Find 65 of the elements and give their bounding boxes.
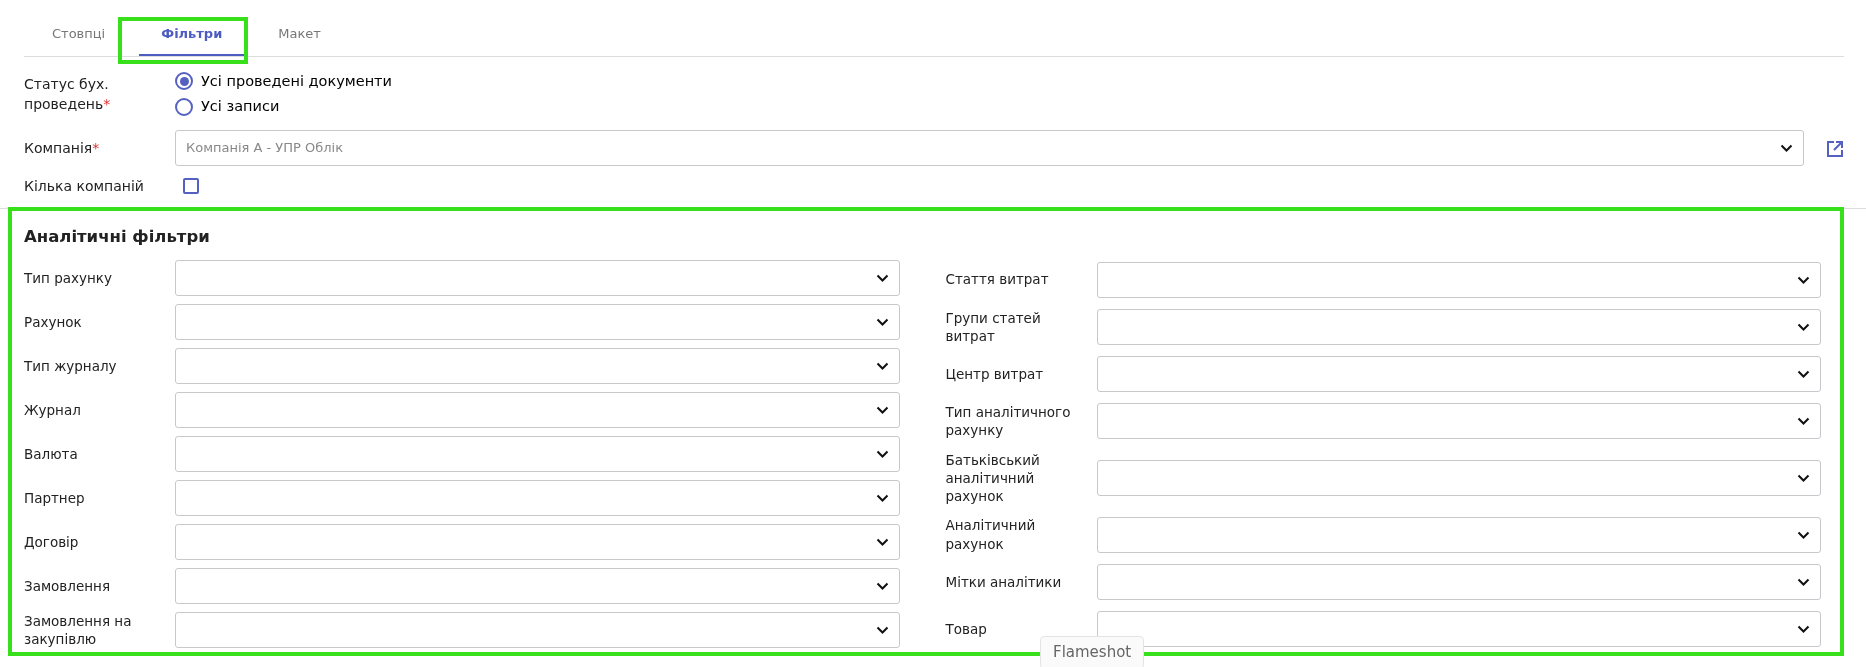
field-label: Товар xyxy=(945,619,988,639)
select-field[interactable] xyxy=(175,392,900,429)
select-field[interactable] xyxy=(1096,356,1821,393)
select-field[interactable] xyxy=(175,304,900,341)
field-label: Компанія* xyxy=(24,138,101,158)
field-label: Тип журналу xyxy=(24,356,118,376)
section-heading: Аналітичні фільтри xyxy=(24,226,211,249)
chevron-down-icon xyxy=(1797,577,1810,586)
select-field[interactable] xyxy=(175,348,900,385)
chevron-down-icon xyxy=(875,318,889,327)
field-label: Аналітичний рахунок xyxy=(945,516,1037,553)
field-label: Тип рахунку xyxy=(24,268,113,288)
chevron-down-icon xyxy=(1797,624,1810,633)
checkbox[interactable] xyxy=(183,178,199,195)
tab[interactable]: Макет xyxy=(256,10,343,56)
chevron-down-icon xyxy=(1797,370,1810,379)
select-field[interactable] xyxy=(175,612,900,649)
chevron-down-icon xyxy=(1797,275,1810,284)
chevron-down-icon xyxy=(1797,417,1810,426)
field-label: Валюта xyxy=(24,444,79,464)
chevron-down-icon xyxy=(1797,474,1810,482)
chevron-down-icon xyxy=(1797,530,1810,539)
field-label: Центр витрат xyxy=(945,365,1045,384)
field-label: Партнер xyxy=(24,488,86,508)
select-field[interactable] xyxy=(175,568,900,605)
field-label: Групи статей витрат xyxy=(945,308,1042,346)
field-label: Мітки аналітики xyxy=(945,572,1063,592)
chevron-down-icon xyxy=(1780,144,1793,152)
tab[interactable]: Стовпці xyxy=(30,10,128,56)
select-field[interactable] xyxy=(1096,308,1821,345)
field-label: Кілька компаній xyxy=(24,177,145,196)
chevron-down-icon xyxy=(875,362,889,371)
external-link-icon[interactable] xyxy=(1826,139,1844,158)
select-field[interactable] xyxy=(175,436,900,473)
select-field[interactable] xyxy=(175,480,900,517)
radio-option[interactable]: Усі проведені документи xyxy=(175,68,392,95)
field-label: Статус бух. проведень* xyxy=(24,74,112,115)
field-label: Рахунок xyxy=(24,312,83,332)
tab[interactable]: Фільтри xyxy=(139,10,245,56)
select-field[interactable] xyxy=(175,260,900,297)
chevron-down-icon xyxy=(875,494,889,503)
company-select[interactable]: Компанія А - УПР Облік xyxy=(175,130,1804,166)
chevron-down-icon xyxy=(875,406,889,415)
select-field[interactable] xyxy=(1096,403,1821,440)
select-field[interactable] xyxy=(1096,563,1821,600)
select-field[interactable] xyxy=(1096,460,1821,496)
chevron-down-icon xyxy=(875,450,889,459)
select-field[interactable] xyxy=(175,524,900,561)
chevron-down-icon xyxy=(875,274,889,283)
chevron-down-icon xyxy=(875,582,889,591)
radio-option[interactable]: Усі записи xyxy=(175,94,280,120)
field-label: Договір xyxy=(24,532,80,552)
select-field[interactable] xyxy=(1096,610,1821,647)
select-field[interactable] xyxy=(1096,261,1821,298)
field-label: Тип аналітичного рахунку xyxy=(945,403,1072,440)
field-label: Журнал xyxy=(24,400,82,420)
field-label: Стаття витрат xyxy=(945,270,1050,290)
chevron-down-icon xyxy=(875,538,889,547)
tooltip: Flameshot xyxy=(1040,636,1145,667)
field-label: Батьківський аналітичний рахунок xyxy=(945,450,1041,506)
field-label: Замовлення xyxy=(24,576,112,596)
chevron-down-icon xyxy=(875,626,889,635)
field-label: Замовлення на закупівлю xyxy=(24,612,133,649)
chevron-down-icon xyxy=(1797,322,1810,331)
select-field[interactable] xyxy=(1096,516,1821,553)
